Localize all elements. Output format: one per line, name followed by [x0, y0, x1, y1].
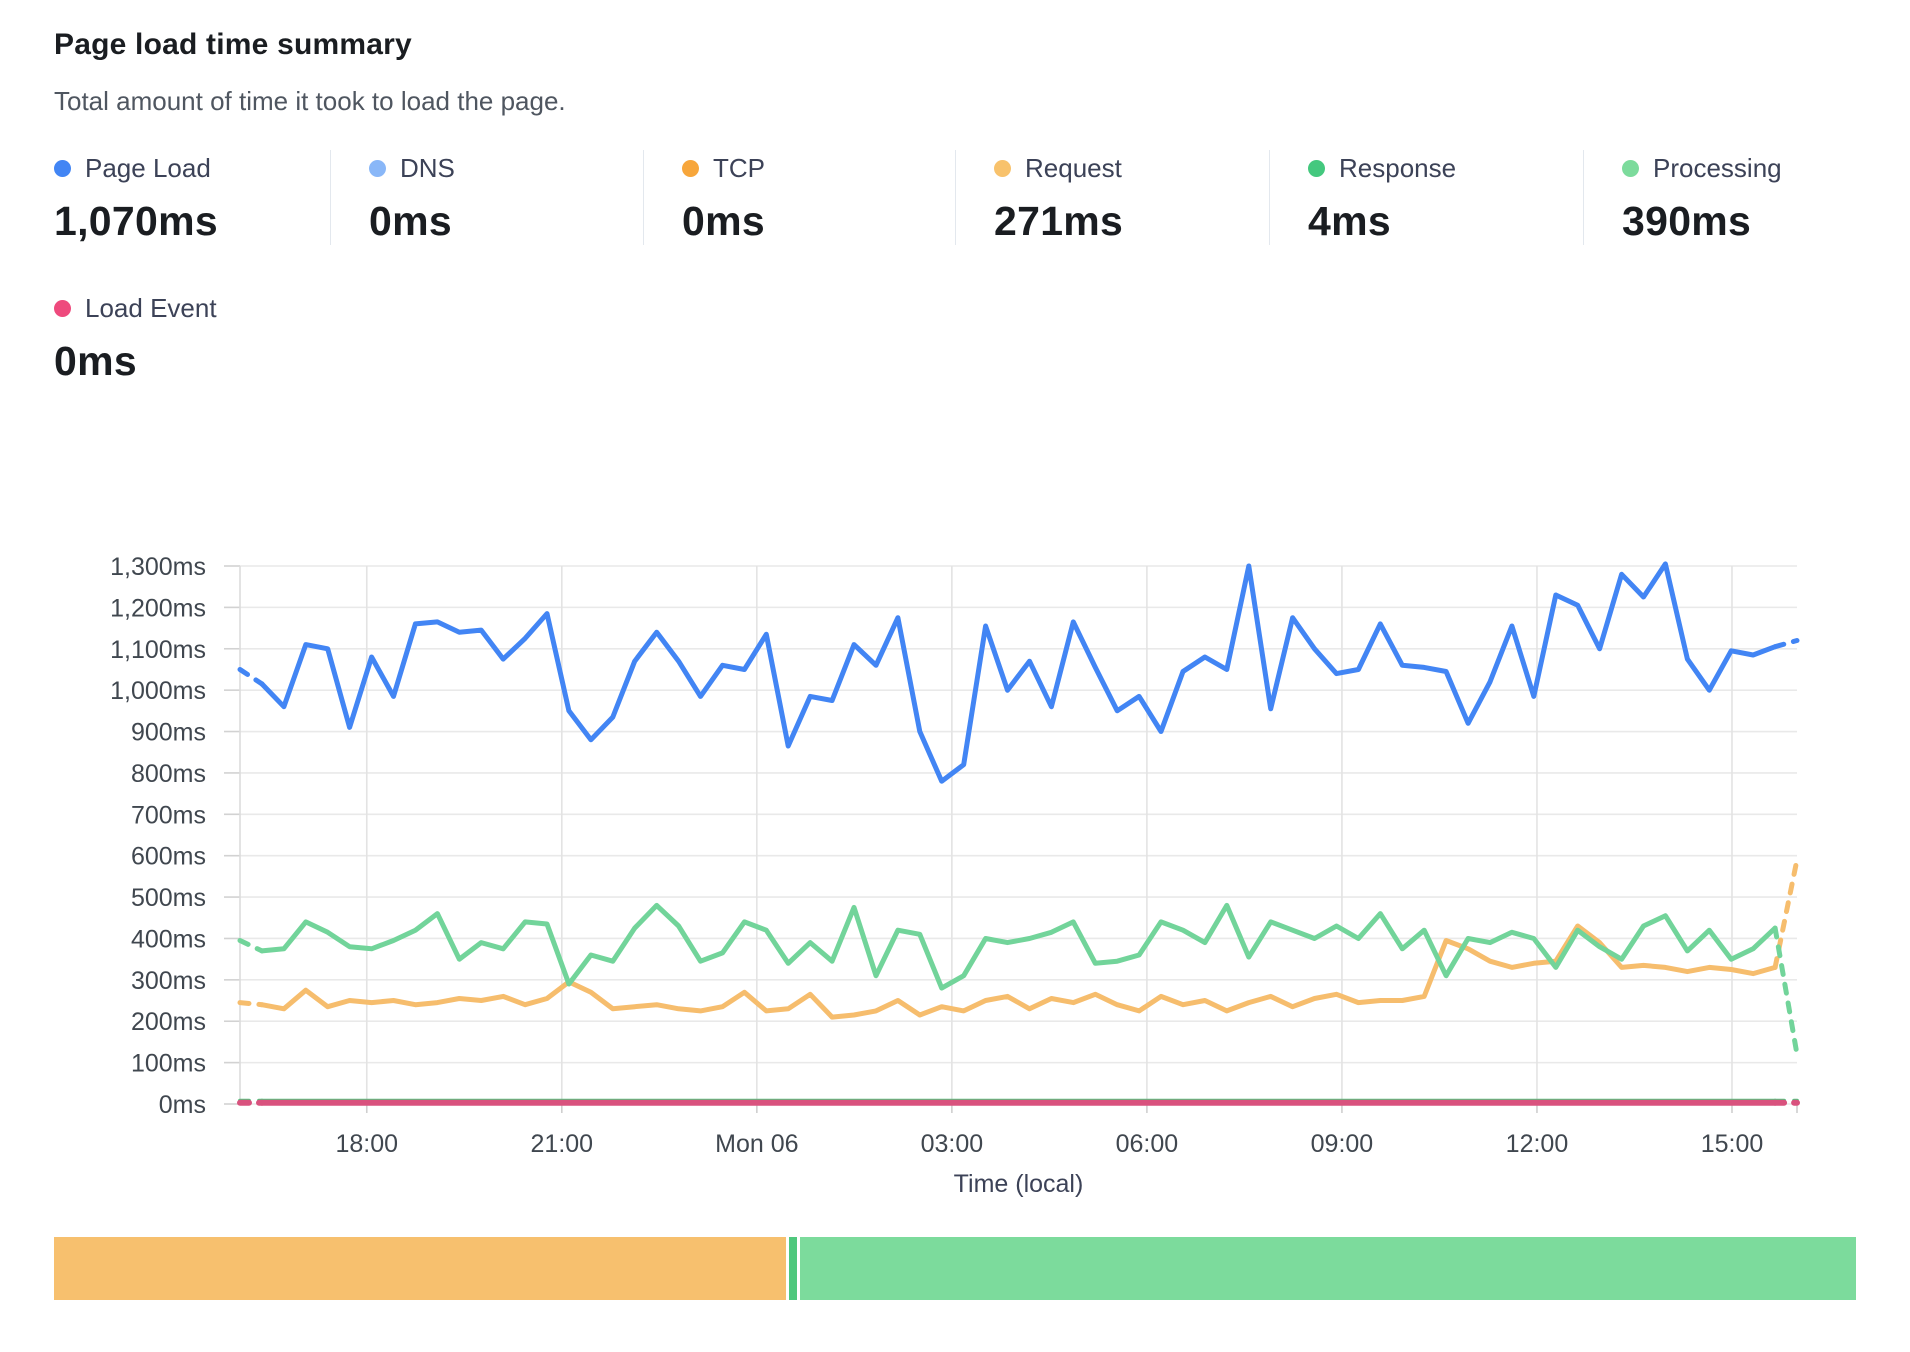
- stat-dns: DNS 0ms: [330, 150, 643, 245]
- stat-load-event: Load Event 0ms: [54, 290, 237, 385]
- stat-value: 0ms: [369, 198, 623, 245]
- request-legend-dot: [994, 160, 1011, 177]
- page-subtitle: Total amount of time it took to load the…: [54, 86, 566, 117]
- y-tick-label: 100ms: [131, 1050, 206, 1078]
- x-tick-label: 12:00: [1506, 1130, 1569, 1158]
- stat-tcp: TCP 0ms: [643, 150, 955, 245]
- x-tick-label: 21:00: [531, 1130, 594, 1158]
- stat-value: 1,070ms: [54, 198, 310, 245]
- x-tick-label: 03:00: [921, 1130, 984, 1158]
- stat-processing: Processing 390ms: [1583, 150, 1856, 245]
- y-tick-label: 1,300ms: [110, 553, 206, 581]
- y-tick-label: 1,000ms: [110, 677, 206, 705]
- stat-value: 271ms: [994, 198, 1249, 245]
- y-tick-label: 1,100ms: [110, 636, 206, 664]
- page-load-time-chart[interactable]: 0ms 100ms 200ms 300ms 400ms 500ms 600ms 700ms 80…: [0, 420, 1910, 1220]
- stat-value: 4ms: [1308, 198, 1563, 245]
- stat-label: Page Load: [85, 153, 211, 184]
- page-title: Page load time summary: [54, 28, 566, 62]
- y-tick-label: 500ms: [131, 884, 206, 912]
- bar-segment-processing[interactable]: [800, 1237, 1856, 1300]
- stat-value: 0ms: [682, 198, 935, 245]
- x-tick-label: 06:00: [1116, 1130, 1179, 1158]
- stat-label: Response: [1339, 153, 1456, 184]
- y-tick-label: 800ms: [131, 760, 206, 788]
- tcp-legend-dot: [682, 160, 699, 177]
- y-tick-label: 300ms: [131, 967, 206, 995]
- stat-label: TCP: [713, 153, 765, 184]
- stat-label: DNS: [400, 153, 455, 184]
- x-tick-label: 18:00: [335, 1130, 398, 1158]
- page-load-legend-dot: [54, 160, 71, 177]
- bar-segment-response[interactable]: [789, 1237, 797, 1300]
- dns-legend-dot: [369, 160, 386, 177]
- stat-label: Load Event: [85, 293, 217, 324]
- load-event-legend-dot: [54, 300, 71, 317]
- stat-label: Request: [1025, 153, 1122, 184]
- y-tick-label: 900ms: [131, 719, 206, 747]
- stat-value: 390ms: [1622, 198, 1836, 245]
- y-tick-label: 700ms: [131, 801, 206, 829]
- metrics-summary-row-2: Load Event 0ms: [54, 290, 237, 385]
- y-tick-label: 600ms: [131, 843, 206, 871]
- y-tick-label: 1,200ms: [110, 594, 206, 622]
- stat-page-load: Page Load 1,070ms: [54, 150, 330, 245]
- plot-area[interactable]: [240, 566, 1797, 1104]
- x-axis-title: Time (local): [954, 1170, 1084, 1198]
- x-tick-label: 15:00: [1701, 1130, 1764, 1158]
- timing-breakdown-bar[interactable]: [54, 1237, 1856, 1300]
- stat-label: Processing: [1653, 153, 1782, 184]
- stat-response: Response 4ms: [1269, 150, 1583, 245]
- chart-header: Page load time summary Total amount of t…: [54, 28, 566, 117]
- stat-request: Request 271ms: [955, 150, 1269, 245]
- y-tick-label: 400ms: [131, 925, 206, 953]
- x-tick-label: 09:00: [1311, 1130, 1374, 1158]
- metrics-summary-row: Page Load 1,070ms DNS 0ms TCP 0ms Reques…: [54, 150, 1856, 245]
- stat-value: 0ms: [54, 338, 217, 385]
- y-tick-label: 0ms: [159, 1091, 206, 1119]
- processing-legend-dot: [1622, 160, 1639, 177]
- bar-segment-request[interactable]: [54, 1237, 786, 1300]
- y-tick-label: 200ms: [131, 1008, 206, 1036]
- x-tick-label: Mon 06: [715, 1130, 798, 1158]
- response-legend-dot: [1308, 160, 1325, 177]
- chart-svg: 0ms 100ms 200ms 300ms 400ms 500ms 600ms 700ms 80…: [0, 420, 1910, 1220]
